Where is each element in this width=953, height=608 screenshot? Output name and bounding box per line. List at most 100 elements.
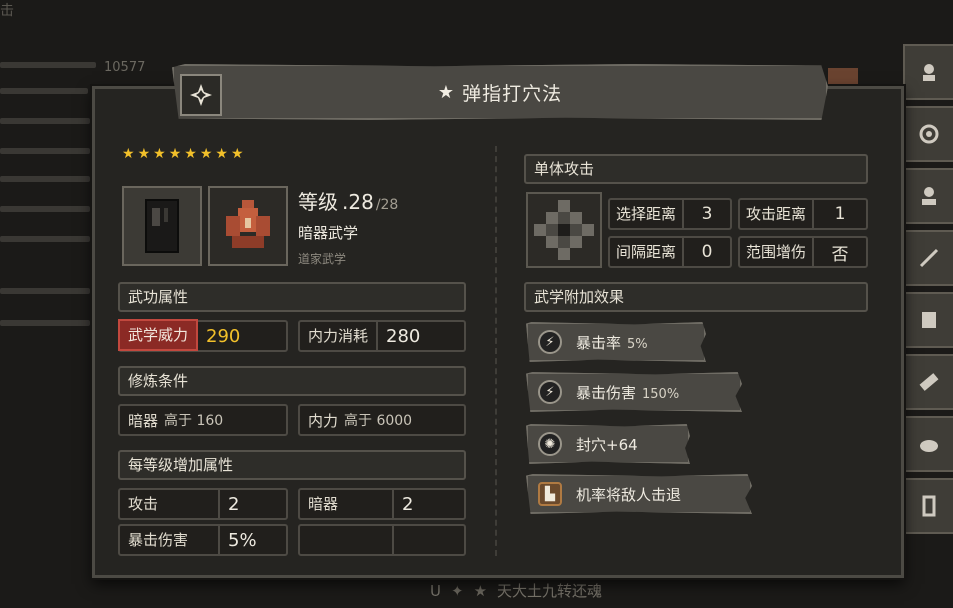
background-bar: [0, 148, 90, 154]
gear-icon: [919, 124, 939, 144]
skill-school: 道家武学: [298, 252, 347, 266]
tab-map[interactable]: [903, 478, 953, 534]
star-icon: ★: [153, 146, 166, 162]
section-attack-type: 单体攻击: [524, 154, 868, 184]
background-bar: [0, 320, 90, 326]
sword-icon: [919, 248, 939, 268]
tab-skills[interactable]: [903, 106, 953, 162]
range-attack-distance: 攻击距离 1: [738, 198, 868, 230]
per-level-attack: 攻击 2: [118, 488, 288, 520]
stat-power: 武学威力 290: [118, 319, 288, 352]
requirement-label: 内力: [308, 411, 339, 430]
per-level-crit-damage: 暴击伤害 5%: [118, 524, 288, 556]
range-label: 攻击距离: [740, 200, 815, 228]
level-label: 等级: [298, 190, 338, 214]
per-level-empty: [298, 524, 466, 556]
skill-title: 弹指打穴法: [462, 82, 563, 105]
star-icon: ★: [230, 146, 244, 162]
stat-label: 暗器: [300, 490, 394, 518]
effect-label: 暴击率: [576, 333, 622, 352]
background-skill-name: 天大土九转还魂: [497, 582, 603, 600]
background-bar: [0, 288, 90, 294]
background-bar: [0, 118, 90, 124]
effect-label: 暴击伤害: [576, 383, 637, 402]
star-icon: ★: [215, 146, 228, 162]
stat-value: 290: [206, 325, 241, 347]
range-label: 范围增伤: [740, 238, 815, 266]
requirement-inner-power: 内力 高于 6000: [298, 404, 466, 436]
tab-book[interactable]: [903, 292, 953, 348]
background-number: 10577: [104, 60, 146, 75]
background-bar: [0, 236, 90, 242]
requirement-value: 高于 160: [164, 413, 224, 429]
background-bar: [0, 88, 88, 94]
effect-label: 封穴+64: [576, 435, 638, 454]
effect-label: 机率将敌人击退: [576, 485, 682, 504]
stat-value: 2: [228, 493, 240, 515]
right-side-tabs: [903, 44, 953, 540]
close-icon: [190, 84, 212, 106]
section-effects: 武学附加效果: [524, 282, 868, 312]
manual-book-icon: [122, 186, 202, 266]
grid-pattern-icon: [534, 200, 594, 260]
star-icon: ★: [168, 146, 182, 162]
range-select-distance: 选择距离 3: [608, 198, 732, 230]
attack-pattern-grid: [526, 192, 602, 268]
requirement-label: 暗器: [128, 411, 159, 430]
range-interval-distance: 间隔距离 0: [608, 236, 732, 268]
star-icon: ★: [199, 146, 213, 162]
star-rating: ★ ★ ★ ★ ★ ★ ★ ★: [122, 146, 244, 162]
stat-value: 5%: [228, 529, 257, 551]
stat-label: 攻击: [120, 490, 220, 518]
background-bottom-bar: U ✦ ★ 天大土九转还魂: [430, 580, 602, 601]
star-icon: ★: [437, 81, 455, 103]
star-icon: ★: [473, 581, 488, 600]
skill-type: 暗器武学: [298, 224, 359, 242]
scroll-icon: [919, 373, 939, 391]
star-icon: ★: [122, 146, 135, 162]
tab-martial[interactable]: [903, 354, 953, 410]
requirement-value: 高于 6000: [344, 413, 413, 429]
level-value: .28: [342, 190, 374, 214]
effect-crit-rate: ⚡ 暴击率 5%: [526, 322, 706, 362]
stat-label: 内力消耗: [300, 322, 379, 350]
effect-seal-acupoint: ✺ 封穴+64: [526, 424, 690, 464]
character-icon: [923, 64, 935, 81]
range-value: 0: [701, 242, 713, 262]
lightning-icon: ⚡: [538, 380, 562, 404]
door-icon: [922, 495, 936, 517]
lightning-icon: ⚡: [538, 330, 562, 354]
column-divider: [495, 146, 497, 556]
effect-value: 150%: [642, 386, 680, 402]
school-emblem-icon: [208, 186, 288, 266]
stat-value: 2: [402, 493, 414, 515]
effect-value: 5%: [627, 336, 648, 352]
stat-label: 武学威力: [118, 319, 199, 351]
book-icon: [922, 312, 936, 328]
skill-icon: ✦: [450, 581, 464, 600]
background-text: 击: [0, 3, 14, 19]
boot-icon: ▙: [538, 482, 562, 506]
stat-mana-cost: 内力消耗 280: [298, 320, 466, 352]
tab-party[interactable]: [903, 168, 953, 224]
tab-character[interactable]: [903, 44, 953, 100]
stat-label: [300, 526, 394, 554]
section-per-level: 每等级增加属性: [118, 450, 466, 480]
background-bar: [0, 206, 90, 212]
tab-weapon[interactable]: [903, 230, 953, 286]
skill-level: 等级 .28 /28: [298, 186, 398, 215]
star-icon: ★: [184, 146, 197, 162]
bag-icon: [920, 440, 938, 452]
range-value: 3: [701, 204, 713, 224]
star-icon: ★: [137, 146, 151, 162]
tab-inventory[interactable]: [903, 416, 953, 472]
range-label: 间隔距离: [610, 238, 685, 266]
level-max: /28: [375, 197, 399, 213]
effect-crit-damage: ⚡ 暴击伤害 150%: [526, 372, 742, 412]
hotkey-label: U: [430, 581, 441, 600]
close-button[interactable]: [180, 74, 222, 116]
per-level-hidden-weapon: 暗器 2: [298, 488, 466, 520]
section-requirements: 修炼条件: [118, 366, 466, 396]
range-value: 否: [831, 244, 849, 265]
range-area-bonus: 范围增伤 否: [738, 236, 868, 268]
